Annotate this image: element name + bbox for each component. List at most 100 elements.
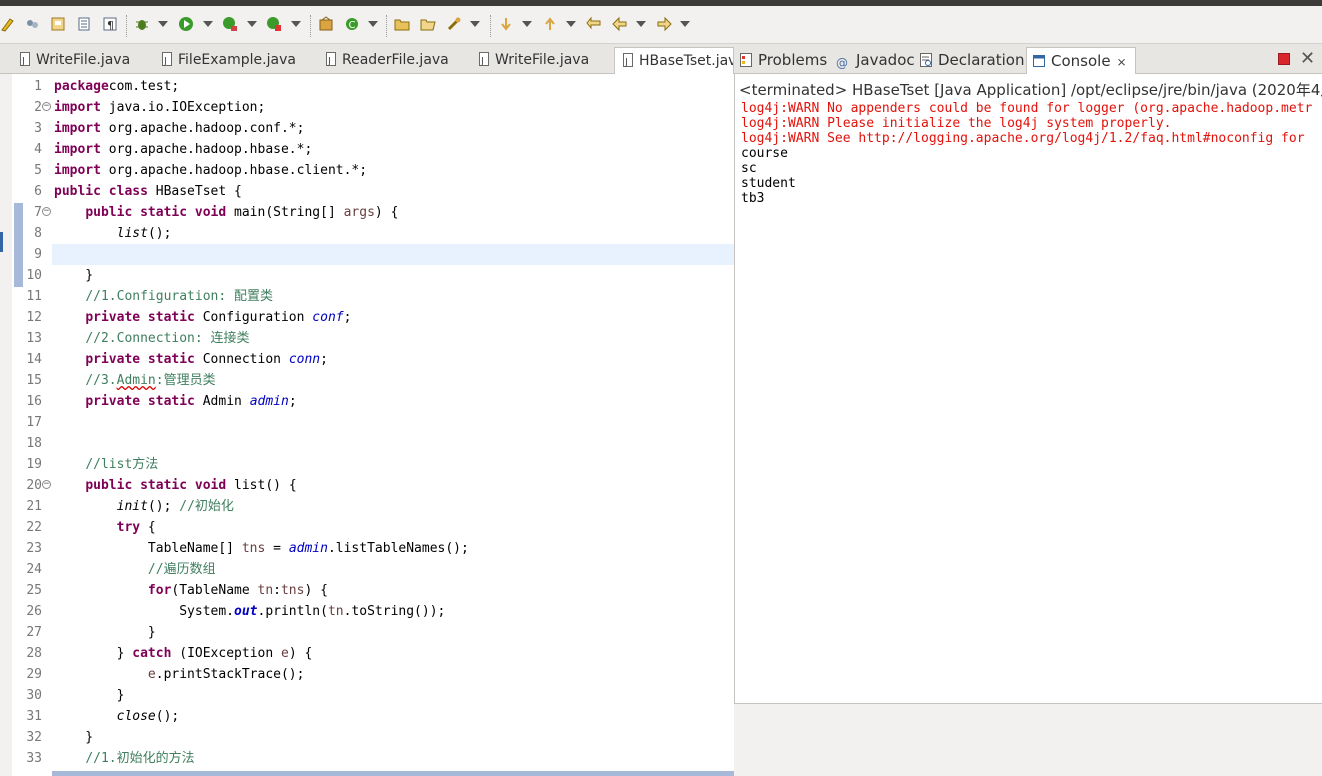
new-java-package-icon[interactable] [318, 16, 336, 34]
code-token: list [116, 226, 148, 241]
build-icon[interactable] [24, 16, 42, 34]
tab-writefile[interactable]: WriteFile.java [20, 47, 155, 74]
code-line[interactable]: 30 } [12, 685, 734, 706]
code-line[interactable]: 7− public static void main(String[] args… [12, 202, 734, 223]
tab-writefile-2[interactable]: WriteFile.java [479, 47, 609, 74]
code-line[interactable]: 18 [12, 433, 734, 454]
code-line[interactable]: 12 private static Configuration conf; [12, 307, 734, 328]
code-line[interactable]: 6 public class HBaseTset { [12, 181, 734, 202]
line-number: 3 [34, 121, 42, 136]
code-token: tn [327, 604, 344, 619]
code-line[interactable]: 21 init(); //初始化 [12, 496, 734, 517]
code-line[interactable]: 24 //遍历数组 [12, 559, 734, 580]
search-icon[interactable] [446, 16, 464, 34]
code-token: package [54, 79, 109, 94]
line-number: 15 [26, 373, 42, 388]
code-line[interactable]: 26 System.out.println(tn.toString()); [12, 601, 734, 622]
forward-dropdown[interactable] [680, 21, 690, 27]
console-panel[interactable]: <terminated> HBaseTset [Java Application… [734, 74, 1322, 704]
external-tools-dropdown[interactable] [291, 21, 301, 27]
coverage-dropdown[interactable] [247, 21, 257, 27]
code-token: (); [155, 709, 180, 724]
code-line[interactable]: 5 import org.apache.hadoop.hbase.client.*… [12, 160, 734, 181]
remove-launch-icon[interactable]: ✕ [1300, 48, 1315, 69]
debug-icon[interactable] [134, 16, 152, 34]
open-type-icon[interactable] [394, 16, 412, 34]
code-token: } [54, 625, 156, 640]
next-annotation-dropdown[interactable] [522, 21, 532, 27]
code-line[interactable]: 15 //3.Admin:管理员类 [12, 370, 734, 391]
back-dropdown[interactable] [636, 21, 646, 27]
code-text: //1.Configuration: 配置类 [54, 286, 273, 307]
code-line[interactable]: 17 [12, 412, 734, 433]
properties-icon[interactable] [76, 16, 94, 34]
code-text: public static void list() { [54, 475, 296, 496]
code-line[interactable]: 13 //2.Connection: 连接类 [12, 328, 734, 349]
new-class-icon[interactable]: C [344, 16, 362, 34]
tab-hbasetset[interactable]: HBaseTset.java [614, 47, 734, 74]
code-line[interactable]: 2− import java.io.IOException; [12, 97, 734, 118]
new-class-dropdown[interactable] [368, 21, 378, 27]
fold-toggle-icon[interactable]: − [42, 207, 51, 216]
open-folder-icon[interactable] [420, 16, 438, 34]
new-icon[interactable] [0, 16, 18, 34]
code-line[interactable]: 4 import org.apache.hadoop.hbase.*; [12, 139, 734, 160]
search-dropdown[interactable] [470, 21, 480, 27]
code-line[interactable]: 23 TableName[] tns = admin.listTableName… [12, 538, 734, 559]
code-line[interactable]: 22 try { [12, 517, 734, 538]
code-line[interactable]: 10 } [12, 265, 734, 286]
code-line[interactable]: 19 //list方法 [12, 454, 734, 475]
code-line[interactable]: 27 } [12, 622, 734, 643]
code-line[interactable]: 11 //1.Configuration: 配置类 [12, 286, 734, 307]
tab-fileexample[interactable]: FileExample.java [162, 47, 312, 74]
code-line[interactable]: 28 } catch (IOException e) { [12, 643, 734, 664]
code-editor[interactable]: 1 packagecom.test; 2− import java.io.IOExce… [12, 74, 734, 776]
tab-problems[interactable]: Problems [740, 47, 827, 74]
code-line[interactable]: 32 } [12, 727, 734, 748]
code-line[interactable]: 14 private static Connection conn; [12, 349, 734, 370]
fold-toggle-icon[interactable]: − [42, 480, 51, 489]
code-token: private static [85, 394, 195, 409]
tab-javadoc[interactable]: @ Javadoc [836, 47, 915, 74]
next-annotation-icon[interactable] [498, 16, 516, 34]
debug-dropdown[interactable] [158, 21, 168, 27]
last-edit-icon[interactable] [586, 16, 604, 34]
code-line[interactable]: 29 e.printStackTrace(); [12, 664, 734, 685]
code-token: //1.初始化的方法 [85, 751, 195, 766]
pilcrow-icon[interactable]: ¶ [102, 16, 120, 34]
code-line[interactable]: 20− public static void list() { [12, 475, 734, 496]
code-text: //遍历数组 [54, 559, 216, 580]
close-console-icon[interactable]: ⨯ [1117, 55, 1127, 69]
code-line[interactable]: 1 packagecom.test; [12, 76, 734, 97]
code-line[interactable]: 25 for(TableName tn:tns) { [12, 580, 734, 601]
code-line[interactable]: 16 private static Admin admin; [12, 391, 734, 412]
tab-console[interactable]: Console ⨯ [1026, 47, 1136, 74]
prev-annotation-dropdown[interactable] [566, 21, 576, 27]
line-number: 20 [26, 478, 42, 493]
code-token: ) { [304, 583, 328, 598]
code-token: tns [241, 541, 266, 556]
code-token: e [281, 646, 289, 661]
coverage-icon[interactable] [222, 16, 240, 34]
tab-declaration[interactable]: Declaration [920, 47, 1024, 74]
prev-annotation-icon[interactable] [542, 16, 560, 34]
code-line[interactable]: 8 list(); [12, 223, 734, 244]
run-dropdown[interactable] [203, 21, 213, 27]
code-token: } [54, 688, 125, 703]
save-icon[interactable] [50, 16, 68, 34]
horizontal-scrollbar[interactable] [52, 771, 734, 776]
forward-icon[interactable] [656, 16, 674, 34]
code-line[interactable]: 31 close(); [12, 706, 734, 727]
code-line[interactable]: 3 import org.apache.hadoop.conf.*; [12, 118, 734, 139]
tab-readerfile[interactable]: ReaderFile.java [326, 47, 466, 74]
code-line[interactable]: 33 //1.初始化的方法 [12, 748, 734, 769]
run-icon[interactable] [178, 16, 196, 34]
external-tools-icon[interactable] [266, 16, 284, 34]
back-icon[interactable] [612, 16, 630, 34]
code-text: close(); [54, 706, 180, 727]
fold-toggle-icon[interactable]: − [42, 102, 51, 111]
code-line[interactable]: 9 [12, 244, 734, 265]
terminate-icon[interactable] [1278, 53, 1290, 65]
